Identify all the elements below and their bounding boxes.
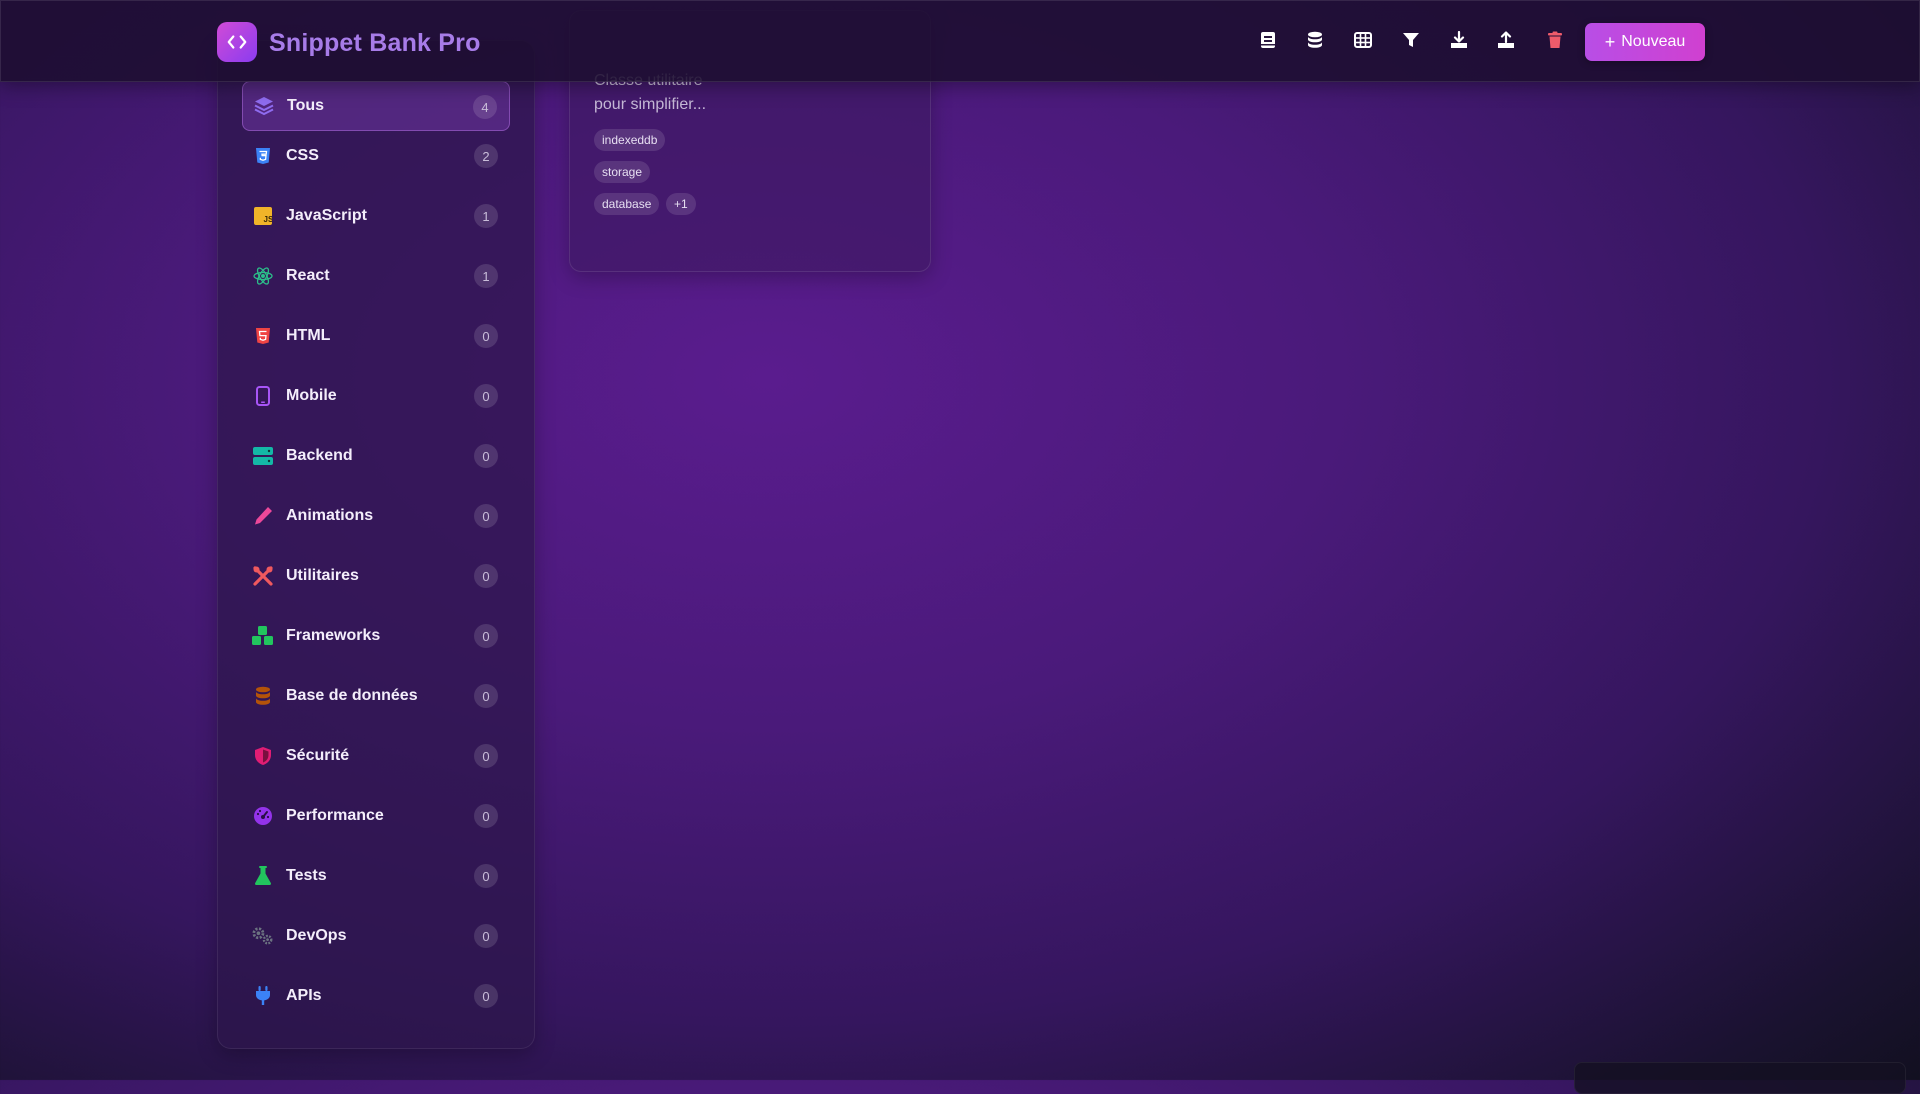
category-count: 0 [474, 624, 498, 648]
top-bar: Snippet Bank Pro + Nouveau [0, 0, 1920, 82]
sidebar-item-utilitaires[interactable]: Utilitaires 0 [242, 551, 510, 601]
sidebar-item-javascript[interactable]: JS JavaScript 1 [242, 191, 510, 241]
new-snippet-button[interactable]: + Nouveau [1585, 23, 1705, 61]
category-count: 1 [474, 204, 498, 228]
tag-indexeddb[interactable]: indexeddb [594, 129, 666, 151]
mobile-icon [252, 385, 274, 407]
sidebar-item-label: CSS [286, 147, 319, 164]
category-count: 2 [474, 144, 498, 168]
category-count: 0 [474, 864, 498, 888]
sidebar-item-frameworks[interactable]: Frameworks 0 [242, 611, 510, 661]
tools-icon [252, 565, 274, 587]
category-count: 0 [474, 564, 498, 588]
category-sidebar: Tous 4 CSS 2 JS JavaScript 1 React 1 HTM… [217, 40, 535, 1049]
sidebar-item-react[interactable]: React 1 [242, 251, 510, 301]
layers-icon [253, 95, 275, 117]
snippet-description-line-2: pour simplifier... [594, 96, 707, 113]
sidebar-item-label: JavaScript [286, 207, 367, 224]
flask-icon [252, 865, 274, 887]
category-count: 0 [474, 444, 498, 468]
sidebar-item-mobile[interactable]: Mobile 0 [242, 371, 510, 421]
react-icon [252, 265, 274, 287]
sidebar-item-apis[interactable]: APIs 0 [242, 971, 510, 1021]
server-icon [252, 445, 274, 467]
category-count: 0 [474, 744, 498, 768]
pencil-icon [252, 505, 274, 527]
sidebar-item-devops[interactable]: DevOps 0 [242, 911, 510, 961]
sidebar-item-base-de-donnees[interactable]: Base de données 0 [242, 671, 510, 721]
table-icon[interactable] [1352, 29, 1374, 51]
sidebar-item-label: Sécurité [286, 747, 350, 764]
sidebar-item-label: HTML [286, 327, 331, 344]
javascript-icon: JS [252, 205, 274, 227]
trash-icon[interactable] [1544, 29, 1566, 51]
sidebar-item-tous[interactable]: Tous 4 [242, 81, 510, 131]
sidebar-item-label: Mobile [286, 387, 337, 404]
app-title: Snippet Bank Pro [269, 29, 481, 57]
sidebar-item-label: Base de données [286, 687, 418, 704]
category-count: 4 [473, 95, 497, 119]
cubes-icon [252, 625, 274, 647]
sidebar-item-label: Tests [286, 867, 327, 884]
database-icon [252, 685, 274, 707]
sidebar-item-animations[interactable]: Animations 0 [242, 491, 510, 541]
sidebar-item-performance[interactable]: Performance 0 [242, 791, 510, 841]
html5-icon [252, 325, 274, 347]
new-button-label: Nouveau [1621, 33, 1686, 50]
category-count: 0 [474, 384, 498, 408]
shield-icon [252, 745, 274, 767]
upload-icon[interactable] [1495, 29, 1517, 51]
svg-text:JS: JS [264, 215, 273, 224]
tag-storage[interactable]: storage [594, 161, 651, 183]
sidebar-item-tests[interactable]: Tests 0 [242, 851, 510, 901]
category-count: 0 [474, 804, 498, 828]
sidebar-item-label: React [286, 267, 330, 284]
gears-icon [252, 925, 274, 947]
sidebar-item-label: Tous [287, 97, 325, 114]
sidebar-item-label: APIs [286, 987, 322, 1004]
sidebar-item-label: Animations [286, 507, 374, 524]
sidebar-item-label: Utilitaires [286, 567, 359, 584]
corner-panel [1574, 1062, 1906, 1094]
sidebar-item-backend[interactable]: Backend 0 [242, 431, 510, 481]
category-count: 0 [474, 504, 498, 528]
sidebar-item-label: Frameworks [286, 627, 381, 644]
category-count: 0 [474, 684, 498, 708]
filter-icon[interactable] [1400, 29, 1422, 51]
plug-icon [252, 985, 274, 1007]
database-icon[interactable] [1304, 29, 1326, 51]
plus-icon: + [1604, 32, 1616, 52]
download-icon[interactable] [1448, 29, 1470, 51]
sidebar-item-html[interactable]: HTML 0 [242, 311, 510, 361]
notes-icon[interactable] [1257, 29, 1279, 51]
tag-more-count[interactable]: +1 [666, 193, 696, 215]
sidebar-item-label: Backend [286, 447, 353, 464]
sidebar-item-css[interactable]: CSS 2 [242, 131, 510, 181]
code-brackets-icon[interactable] [217, 22, 257, 62]
tag-database[interactable]: database [594, 193, 660, 215]
category-count: 1 [474, 264, 498, 288]
category-count: 0 [474, 924, 498, 948]
sidebar-item-label: DevOps [286, 927, 347, 944]
gauge-icon [252, 805, 274, 827]
sidebar-item-label: Performance [286, 807, 384, 824]
sidebar-item-securite[interactable]: Sécurité 0 [242, 731, 510, 781]
css3-icon [252, 145, 274, 167]
category-count: 0 [474, 324, 498, 348]
category-count: 0 [474, 984, 498, 1008]
